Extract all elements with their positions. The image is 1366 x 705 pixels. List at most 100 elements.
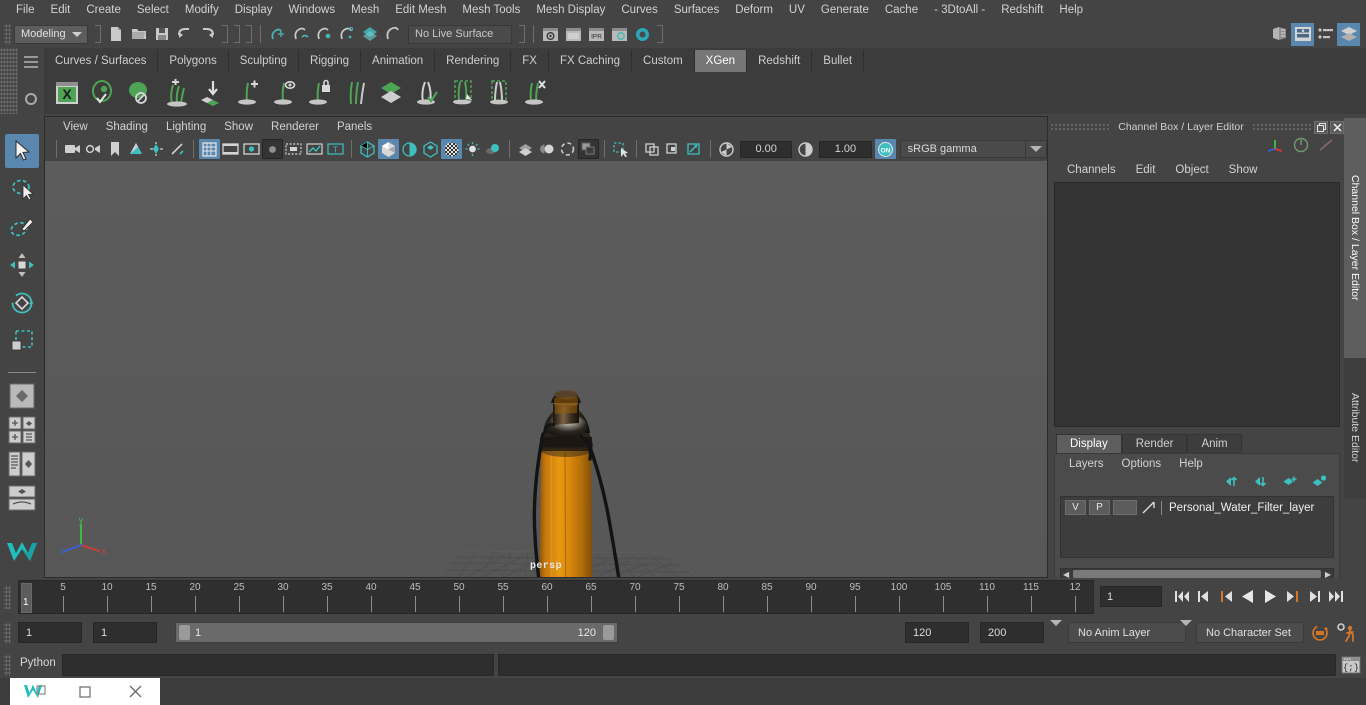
- time-slider-grip[interactable]: [4, 585, 11, 609]
- anim-layer-field[interactable]: No Anim Layer: [1068, 622, 1186, 643]
- menu-item-mesh-tools[interactable]: Mesh Tools: [454, 1, 528, 19]
- menu-item-modify[interactable]: Modify: [177, 1, 227, 19]
- channel-menu-edit[interactable]: Edit: [1127, 163, 1165, 177]
- menu-item-uv[interactable]: UV: [781, 1, 813, 19]
- hypershade-persp-layout[interactable]: [7, 483, 37, 513]
- xgen-groom-layer-icon[interactable]: [374, 76, 408, 110]
- axis-gizmo-icon[interactable]: [1266, 137, 1284, 158]
- ao-icon[interactable]: [515, 139, 536, 159]
- attribute-editor-toggle-icon[interactable]: [1291, 22, 1314, 46]
- xgen-clump-icon[interactable]: [482, 76, 516, 110]
- menu-item-display[interactable]: Display: [227, 1, 281, 19]
- layer-list[interactable]: V P Personal_Water_Filter_layer: [1060, 496, 1334, 558]
- channel-menu-channels[interactable]: Channels: [1058, 163, 1125, 177]
- menu-item-help[interactable]: Help: [1051, 1, 1091, 19]
- shelf-tab-custom[interactable]: Custom: [632, 50, 695, 72]
- color-space-field[interactable]: sRGB gamma: [899, 140, 1026, 158]
- menu-item-edit[interactable]: Edit: [43, 1, 79, 19]
- smooth-shade-all-icon[interactable]: [378, 139, 399, 159]
- anim-start-time-field[interactable]: 1: [18, 622, 82, 643]
- menu-item-file[interactable]: File: [8, 1, 43, 19]
- motion-blur-icon[interactable]: [536, 139, 557, 159]
- maya-app-icon[interactable]: [10, 682, 60, 702]
- animation-preferences-icon[interactable]: [1336, 622, 1358, 649]
- auto-keyframe-icon[interactable]: [1310, 623, 1330, 648]
- shelf-tab-polygons[interactable]: Polygons: [158, 50, 229, 72]
- command-language-label[interactable]: Python: [20, 657, 56, 669]
- menu-item-deform[interactable]: Deform: [727, 1, 781, 19]
- select-camera-icon[interactable]: [62, 139, 83, 159]
- script-editor-icon[interactable]: {;}: [1341, 655, 1361, 680]
- image-plane-icon[interactable]: [125, 139, 146, 159]
- side-tab-channel-box[interactable]: Channel Box / Layer Editor: [1344, 118, 1366, 358]
- xgen-lock-guide-icon[interactable]: [302, 76, 336, 110]
- shelf-tab-bullet[interactable]: Bullet: [812, 50, 865, 72]
- shelf-menu-icon[interactable]: [24, 56, 38, 71]
- paint-select-tool[interactable]: [5, 210, 39, 244]
- film-gate-icon[interactable]: [220, 139, 241, 159]
- grid-toggle-icon[interactable]: [199, 139, 220, 159]
- xray-joints-icon[interactable]: [663, 139, 684, 159]
- use-default-lighting-icon[interactable]: [441, 139, 462, 159]
- xgen-delete-guide-icon[interactable]: [518, 76, 552, 110]
- viewport-menu-lighting[interactable]: Lighting: [158, 120, 214, 134]
- redo-icon[interactable]: [196, 23, 219, 46]
- shelf-tab-rigging[interactable]: Rigging: [299, 50, 362, 72]
- step-back-keyframe-icon[interactable]: [1194, 585, 1214, 607]
- close-icon[interactable]: [1330, 120, 1344, 134]
- play-forwards-icon[interactable]: [1260, 585, 1280, 607]
- menu-item-cache[interactable]: Cache: [877, 1, 926, 19]
- shelf-tab-rendering[interactable]: Rendering: [435, 50, 512, 72]
- menu-item-surfaces[interactable]: Surfaces: [666, 1, 727, 19]
- snap-to-curve-icon[interactable]: [289, 23, 312, 46]
- ipr-render-icon[interactable]: IPR: [585, 23, 608, 46]
- xray-icon[interactable]: [642, 139, 663, 159]
- bookmark-icon[interactable]: [104, 139, 125, 159]
- two-sided-lighting-icon[interactable]: [146, 139, 167, 159]
- current-time-indicator[interactable]: 1: [21, 583, 32, 613]
- tool-settings-toggle-icon[interactable]: [1314, 23, 1337, 46]
- viewport-menu-show[interactable]: Show: [216, 120, 261, 134]
- panel-grip-right[interactable]: [1251, 123, 1312, 131]
- shelf-tab-xgen[interactable]: XGen: [694, 50, 748, 72]
- make-live-icon[interactable]: [381, 23, 404, 46]
- menu-item-select[interactable]: Select: [129, 1, 177, 19]
- go-to-end-icon[interactable]: [1326, 585, 1346, 607]
- safe-action-icon[interactable]: [304, 139, 325, 159]
- xgen-groom-brush-icon[interactable]: [446, 76, 480, 110]
- layer-menu-help[interactable]: Help: [1171, 457, 1211, 471]
- move-layer-down-icon[interactable]: [1254, 475, 1269, 493]
- layer-row[interactable]: V P Personal_Water_Filter_layer: [1061, 497, 1333, 516]
- range-start-time-field[interactable]: 1: [93, 622, 157, 643]
- status-line-grip[interactable]: [4, 23, 11, 45]
- snap-to-view-plane-icon[interactable]: [358, 23, 381, 46]
- layer-name[interactable]: Personal_Water_Filter_layer: [1169, 502, 1314, 514]
- range-start-handle[interactable]: [179, 625, 190, 640]
- menu-item-redshift[interactable]: Redshift: [993, 1, 1051, 19]
- live-surface-field[interactable]: No Live Surface: [408, 24, 512, 44]
- go-to-start-icon[interactable]: [1172, 585, 1192, 607]
- snap-to-grid-icon[interactable]: [266, 23, 289, 46]
- panel-grip-left[interactable]: [1050, 123, 1111, 131]
- depth-of-field-icon[interactable]: [578, 139, 599, 159]
- play-backwards-icon[interactable]: [1238, 585, 1258, 607]
- shelf-tab-animation[interactable]: Animation: [361, 50, 436, 72]
- use-all-lights-icon[interactable]: [462, 139, 483, 159]
- command-line-grip[interactable]: [4, 654, 11, 676]
- range-slider-grip[interactable]: [4, 622, 11, 644]
- textured-icon[interactable]: [420, 139, 441, 159]
- hypershade-icon[interactable]: [631, 23, 654, 46]
- viewport-menu-panels[interactable]: Panels: [329, 120, 380, 134]
- step-forward-keyframe-icon[interactable]: [1304, 585, 1324, 607]
- shelf-tab-fx-caching[interactable]: FX Caching: [548, 50, 633, 72]
- menu-item-curves[interactable]: Curves: [613, 1, 665, 19]
- rotate-tool[interactable]: [5, 286, 39, 320]
- tab-render[interactable]: Render: [1121, 434, 1188, 453]
- layer-menu-options[interactable]: Options: [1114, 457, 1170, 471]
- viewport-menu-view[interactable]: View: [55, 120, 96, 134]
- shaded-wireframe-icon[interactable]: [399, 139, 420, 159]
- menu-item-mesh[interactable]: Mesh: [343, 1, 387, 19]
- wireframe-icon[interactable]: [357, 139, 378, 159]
- side-tab-attribute-editor[interactable]: Attribute Editor: [1344, 358, 1366, 498]
- render-view-icon[interactable]: [539, 23, 562, 46]
